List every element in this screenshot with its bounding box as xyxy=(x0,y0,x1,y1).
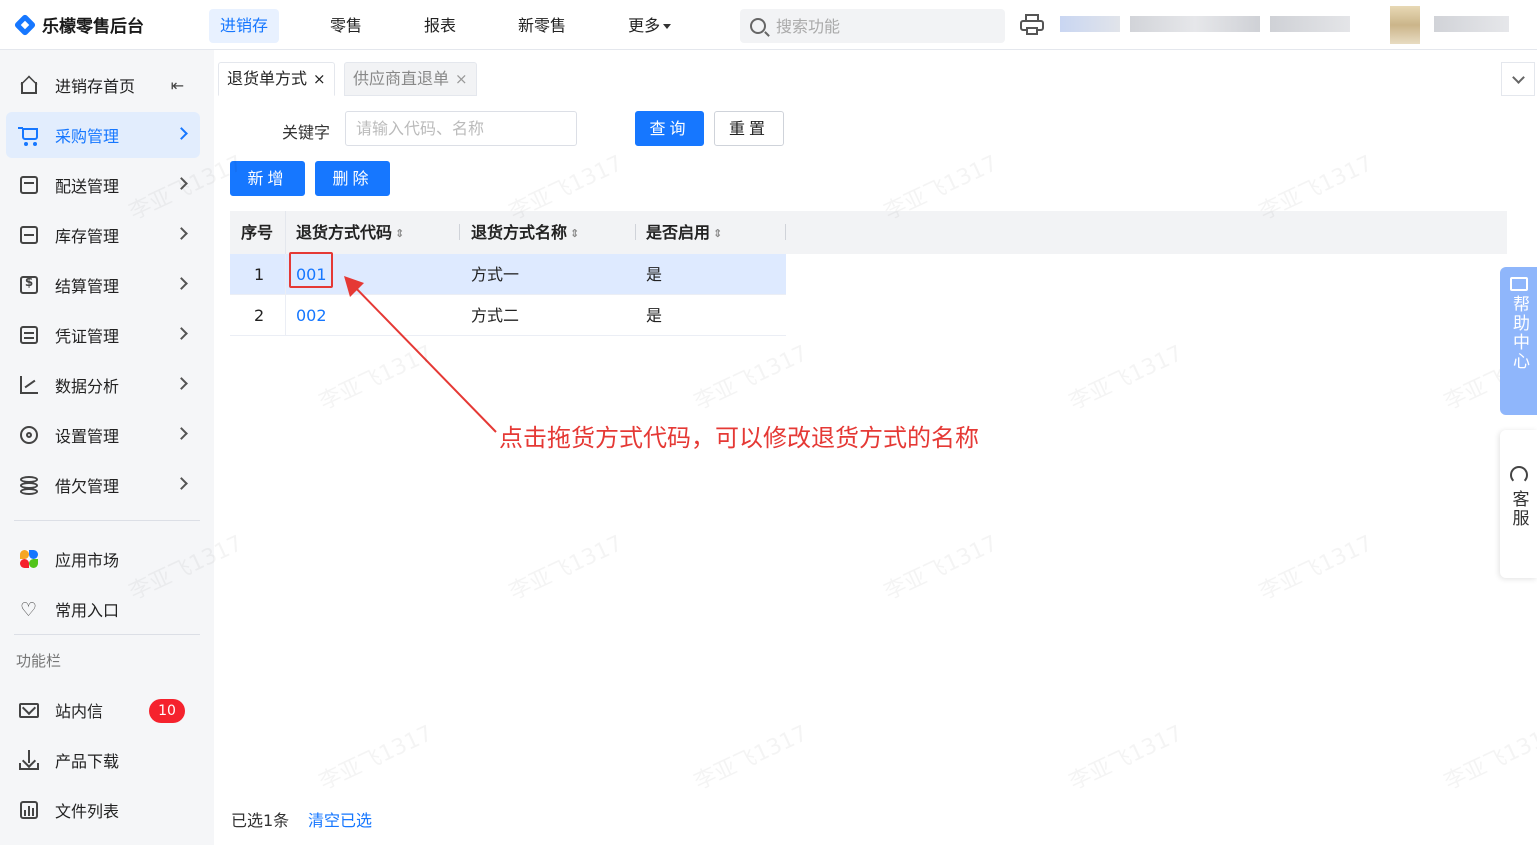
headset-icon xyxy=(1509,466,1528,484)
chevron-right-icon xyxy=(175,127,188,140)
blurred-account-info xyxy=(1130,16,1260,32)
file-list-icon xyxy=(18,799,40,821)
main-content: 退货单方式× 供应商直退单× 关键字 查询 重置 新增 删除 序号 退货方式代码… xyxy=(125,50,1537,845)
top-bar: 乐檬零售后台 进销存 零售 报表 新零售 更多 xyxy=(0,0,1537,50)
chevron-right-icon xyxy=(175,277,188,290)
voucher-icon xyxy=(18,324,40,346)
heart-icon: ♡ xyxy=(20,599,38,621)
app-title: 乐檬零售后台 xyxy=(42,17,144,37)
sidebar-item-label: 常用入口 xyxy=(55,601,120,620)
chevron-right-icon xyxy=(175,477,188,490)
mail-icon xyxy=(18,699,40,721)
blurred-account-extra xyxy=(1270,16,1350,32)
chevron-right-icon xyxy=(175,427,188,440)
chat-icon xyxy=(1509,277,1528,291)
sidebar-item-label: 设置管理 xyxy=(55,427,120,446)
sidebar-item-label: 借欠管理 xyxy=(55,477,120,496)
sidebar-item-label: 产品下载 xyxy=(55,752,120,771)
topnav-item-new-retail[interactable]: 新零售 xyxy=(507,9,577,43)
blurred-store-info xyxy=(1060,16,1120,32)
sidebar-item-label: 文件列表 xyxy=(55,802,120,821)
sidebar-divider xyxy=(14,634,200,635)
sidebar-item-home[interactable]: 进销存首页 ⇤ xyxy=(6,62,200,108)
sidebar-item-download[interactable]: 产品下载 xyxy=(6,737,200,783)
sidebar-item-label: 结算管理 xyxy=(55,277,120,296)
sidebar-item-file-list[interactable]: 文件列表 xyxy=(6,787,200,833)
unread-badge: 10 xyxy=(149,699,185,723)
avatar[interactable] xyxy=(1390,6,1420,44)
search-box[interactable] xyxy=(740,9,1005,43)
annotation-text: 点击拖货方式代码，可以修改退货方式的名称 xyxy=(499,424,979,452)
chevron-right-icon xyxy=(175,177,188,190)
top-nav: 进销存 零售 报表 新零售 更多 xyxy=(209,9,722,43)
clear-selection-link[interactable]: 清空已选 xyxy=(308,807,372,831)
chevron-right-icon xyxy=(175,327,188,340)
sidebar-item-settlement[interactable]: $ 结算管理 xyxy=(6,262,200,308)
logo[interactable]: 乐檬零售后台 xyxy=(14,12,144,37)
topnav-item-jxc[interactable]: 进销存 xyxy=(209,9,280,43)
sidebar-item-purchase[interactable]: 采购管理 xyxy=(6,112,200,158)
analytics-icon xyxy=(18,374,40,396)
topnav-item-more[interactable]: 更多 xyxy=(617,9,682,43)
sidebar-item-label: 进销存首页 xyxy=(55,77,136,96)
sidebar-item-label: 应用市场 xyxy=(55,551,120,570)
sidebar-item-delivery[interactable]: 配送管理 xyxy=(6,162,200,208)
selected-count: 已选1条 xyxy=(231,811,290,830)
customer-service-button[interactable]: 客服 xyxy=(1500,430,1537,578)
topnav-item-reports[interactable]: 报表 xyxy=(413,9,467,43)
chevron-right-icon xyxy=(175,377,188,390)
settlement-icon: $ xyxy=(18,274,40,296)
sidebar: 进销存首页 ⇤ 采购管理 配送管理 库存管理 $ 结算管理 凭证管理 数据分析 … xyxy=(0,50,214,845)
topnav-item-retail[interactable]: 零售 xyxy=(319,9,373,43)
sidebar-item-settings[interactable]: 设置管理 xyxy=(6,412,200,458)
sidebar-item-messages[interactable]: 站内信 10 xyxy=(6,687,200,733)
settings-icon xyxy=(18,424,40,446)
logo-icon xyxy=(14,14,36,36)
delivery-icon xyxy=(18,174,40,196)
inventory-icon xyxy=(18,224,40,246)
sidebar-item-label: 采购管理 xyxy=(55,127,120,146)
sidebar-section-title: 功能栏 xyxy=(16,652,62,670)
help-center-label: 帮助中心 xyxy=(1509,295,1529,371)
sidebar-item-debt[interactable]: 借欠管理 xyxy=(6,462,200,508)
topnav-more-label: 更多 xyxy=(628,16,661,35)
sidebar-item-label: 配送管理 xyxy=(55,177,120,196)
download-icon xyxy=(18,749,40,771)
sidebar-item-voucher[interactable]: 凭证管理 xyxy=(6,312,200,358)
sidebar-item-label: 库存管理 xyxy=(55,227,120,246)
cart-icon xyxy=(18,124,40,146)
customer-service-label: 客服 xyxy=(1508,490,1529,528)
printer-icon[interactable] xyxy=(1020,14,1044,36)
search-input[interactable] xyxy=(776,16,976,36)
sidebar-item-inventory[interactable]: 库存管理 xyxy=(6,212,200,258)
sidebar-item-favorites[interactable]: ♡ 常用入口 xyxy=(6,586,200,632)
collapse-sidebar-icon[interactable]: ⇤ xyxy=(171,76,184,95)
app-market-icon xyxy=(18,548,40,570)
sidebar-item-label: 数据分析 xyxy=(55,377,120,396)
sidebar-item-app-market[interactable]: 应用市场 xyxy=(6,536,200,582)
caret-down-icon xyxy=(663,24,672,29)
debt-icon xyxy=(18,474,40,496)
blurred-username[interactable] xyxy=(1434,16,1509,32)
search-icon xyxy=(750,18,766,34)
sidebar-item-analytics[interactable]: 数据分析 xyxy=(6,362,200,408)
help-center-button[interactable]: 帮助中心 xyxy=(1500,267,1537,415)
home-icon xyxy=(18,74,40,96)
sidebar-item-label: 凭证管理 xyxy=(55,327,120,346)
sidebar-item-label: 站内信 xyxy=(55,702,104,721)
sidebar-divider xyxy=(14,520,200,521)
chevron-right-icon xyxy=(175,227,188,240)
